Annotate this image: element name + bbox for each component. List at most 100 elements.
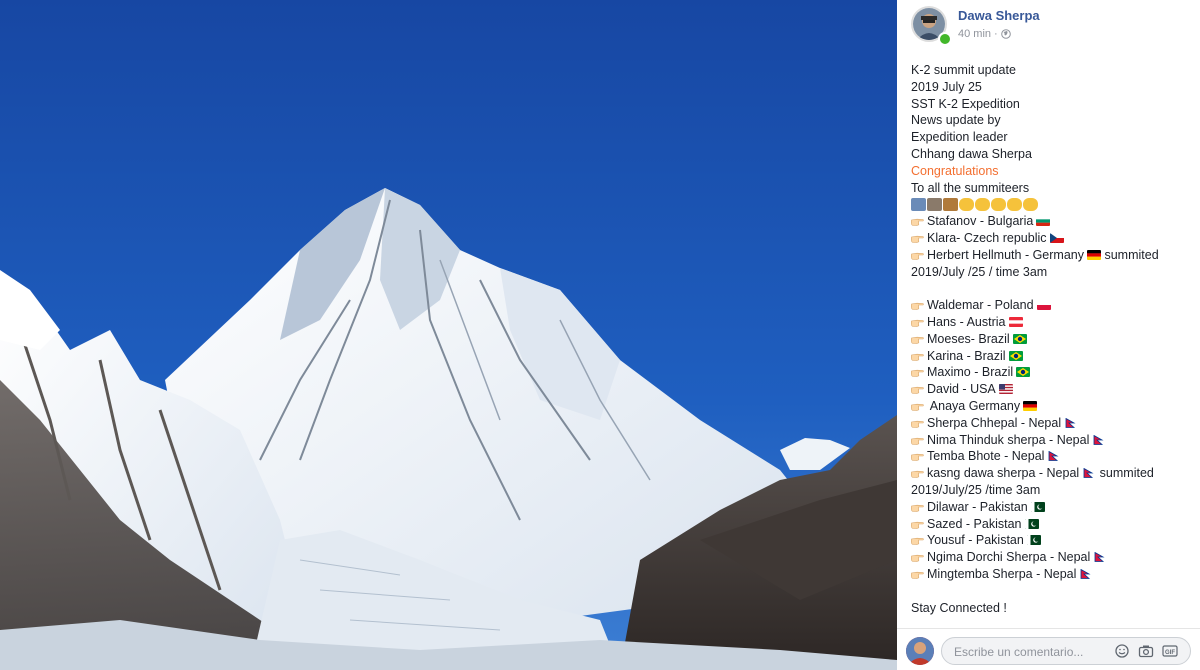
post-meta: 40 min · (958, 28, 1011, 40)
intro-line: News update by (911, 113, 1001, 128)
brazil-flag-icon (1012, 333, 1027, 344)
pointing-finger-icon (911, 571, 924, 579)
intro-line: SST K-2 Expedition (911, 96, 1020, 111)
post-time[interactable]: 40 min (958, 28, 991, 40)
summiteer-item: kasng dawa sherpa - Nepal summited (911, 465, 1197, 482)
pointing-finger-icon (911, 555, 924, 562)
pointing-finger-icon (911, 538, 924, 546)
summit-time-1: 2019/July /25 / time 3am (911, 264, 1048, 279)
intro-line: Chhang dawa Sherpa (911, 146, 1032, 161)
commenter-avatar[interactable] (906, 637, 934, 665)
flexed-biceps-icon (1023, 198, 1038, 212)
czech-flag-icon (1049, 232, 1064, 243)
post-text: K-2 summit update 2019 July 25 SST K-2 Exp… (911, 62, 1197, 616)
summiteer-name: Yousuf - Pakistan (927, 533, 1024, 548)
post-viewer: Dawa Sherpa 40 min · K-2 summit update 20… (0, 0, 1200, 670)
author-name[interactable]: Dawa Sherpa (958, 8, 1040, 23)
pointing-finger-icon (911, 454, 924, 462)
austria-flag-icon (1008, 316, 1023, 327)
summiteer-item: Maximo - Brazil (911, 364, 1197, 381)
camera-icon[interactable] (1138, 644, 1154, 658)
summit-time-2: 2019/July/25 /time 3am (911, 482, 1041, 497)
brazil-flag-icon (1008, 350, 1023, 361)
pointing-finger-icon (911, 420, 924, 428)
intro-line: K-2 summit update (911, 63, 1016, 77)
summiteer-item: Anaya Germany (911, 398, 1197, 415)
pakistan-flag-icon (1024, 518, 1039, 529)
emoji-icon[interactable] (1114, 644, 1130, 658)
summiteer-name: Klara- Czech republic (927, 230, 1047, 245)
pointing-finger-icon (911, 219, 924, 226)
gif-icon[interactable]: GIF (1162, 644, 1178, 658)
summited-label: summited (1104, 247, 1159, 262)
pointing-finger-icon (911, 336, 924, 344)
summiteer-item: Dilawar - Pakistan (911, 499, 1197, 516)
post-sidebar: Dawa Sherpa 40 min · K-2 summit update 20… (897, 0, 1200, 670)
pakistan-flag-icon (1030, 501, 1045, 512)
flexed-biceps-icon (959, 198, 974, 212)
globe-icon[interactable] (1000, 29, 1011, 39)
pointing-finger-icon (911, 437, 924, 445)
germany-flag-icon (1087, 249, 1101, 260)
poland-flag-icon (1036, 300, 1051, 311)
online-status-dot (938, 32, 952, 46)
usa-flag-icon (998, 384, 1013, 395)
nepal-flag-icon (1047, 451, 1062, 462)
pointing-finger-icon (911, 471, 924, 478)
pointing-finger-icon (911, 303, 924, 310)
summiteer-name: David - USA (927, 382, 996, 397)
summiteer-item: Ngima Dorchi Sherpa - Nepal (911, 549, 1197, 566)
summiteer-name: Herbert Hellmuth - Germany (927, 247, 1084, 262)
comment-input[interactable]: Escribe un comentario... GIF (941, 637, 1191, 665)
pointing-finger-icon (911, 387, 924, 394)
pointing-finger-icon (911, 403, 924, 411)
summiteer-name: Maximo - Brazil (927, 365, 1014, 380)
commenter-avatar-image (906, 637, 934, 665)
summiteer-name: Ngima Dorchi Sherpa - Nepal (927, 550, 1091, 565)
mountain-emoji-icon (911, 198, 926, 212)
summiteer-item: Stafanov - Bulgaria (911, 213, 1197, 230)
summiteer-item: Waldemar - Poland (911, 297, 1197, 314)
summiteer-item: Sherpa Chhepal - Nepal (911, 415, 1197, 432)
pointing-finger-icon (911, 504, 924, 512)
summiteer-item: Karina - Brazil (911, 348, 1197, 365)
summiteer-name: Nima Thinduk sherpa - Nepal (927, 432, 1090, 447)
summiteer-name: Karina - Brazil (927, 348, 1006, 363)
summiteer-item: Mingtemba Sherpa - Nepal (911, 566, 1197, 583)
summiteer-name: Hans - Austria (927, 314, 1006, 329)
germany-flag-icon (1023, 400, 1038, 411)
rock-emoji-icon (927, 198, 942, 212)
summiteer-name: Moeses- Brazil (927, 331, 1010, 346)
comment-placeholder: Escribe un comentario... (954, 645, 1084, 659)
meta-separator: · (994, 28, 998, 40)
summiteer-name: Anaya Germany (927, 398, 1021, 413)
summiteer-name: Sazed - Pakistan (927, 516, 1022, 531)
intro-line: Expedition leader (911, 130, 1008, 145)
summiteer-item: David - USA (911, 381, 1197, 398)
summiteer-name: Stafanov - Bulgaria (927, 214, 1034, 229)
post-photo[interactable] (0, 0, 897, 670)
intro-line: 2019 July 25 (911, 79, 982, 94)
svg-text:GIF: GIF (1165, 650, 1175, 656)
emoji-row (911, 196, 1197, 213)
comment-bar: Escribe un comentario... GIF (897, 628, 1200, 670)
pointing-finger-icon (911, 521, 924, 529)
summiteer-item: Sazed - Pakistan (911, 516, 1197, 533)
nepal-flag-icon (1079, 568, 1094, 579)
nepal-flag-icon (1082, 468, 1097, 479)
summiteer-name: Mingtemba Sherpa - Nepal (927, 566, 1077, 581)
summiteer-name: Temba Bhote - Nepal (927, 449, 1045, 464)
pointing-finger-icon (911, 319, 924, 327)
summiteer-item: Herbert Hellmuth - Germany summited (911, 247, 1197, 264)
flexed-biceps-icon (991, 198, 1006, 212)
summiteer-name: Sherpa Chhepal - Nepal (927, 415, 1062, 430)
summiteer-item: Temba Bhote - Nepal (911, 448, 1197, 465)
summiteer-name: kasng dawa sherpa - Nepal (927, 466, 1080, 481)
summited-label: summited (1099, 466, 1154, 481)
summiteer-item: Moeses- Brazil (911, 331, 1197, 348)
bulgaria-flag-icon (1036, 216, 1051, 227)
summiteer-item: Hans - Austria (911, 314, 1197, 331)
closing-text: Stay Connected ! (911, 600, 1007, 615)
summiteer-item: Yousuf - Pakistan (911, 532, 1197, 549)
flexed-biceps-icon (1007, 198, 1022, 212)
